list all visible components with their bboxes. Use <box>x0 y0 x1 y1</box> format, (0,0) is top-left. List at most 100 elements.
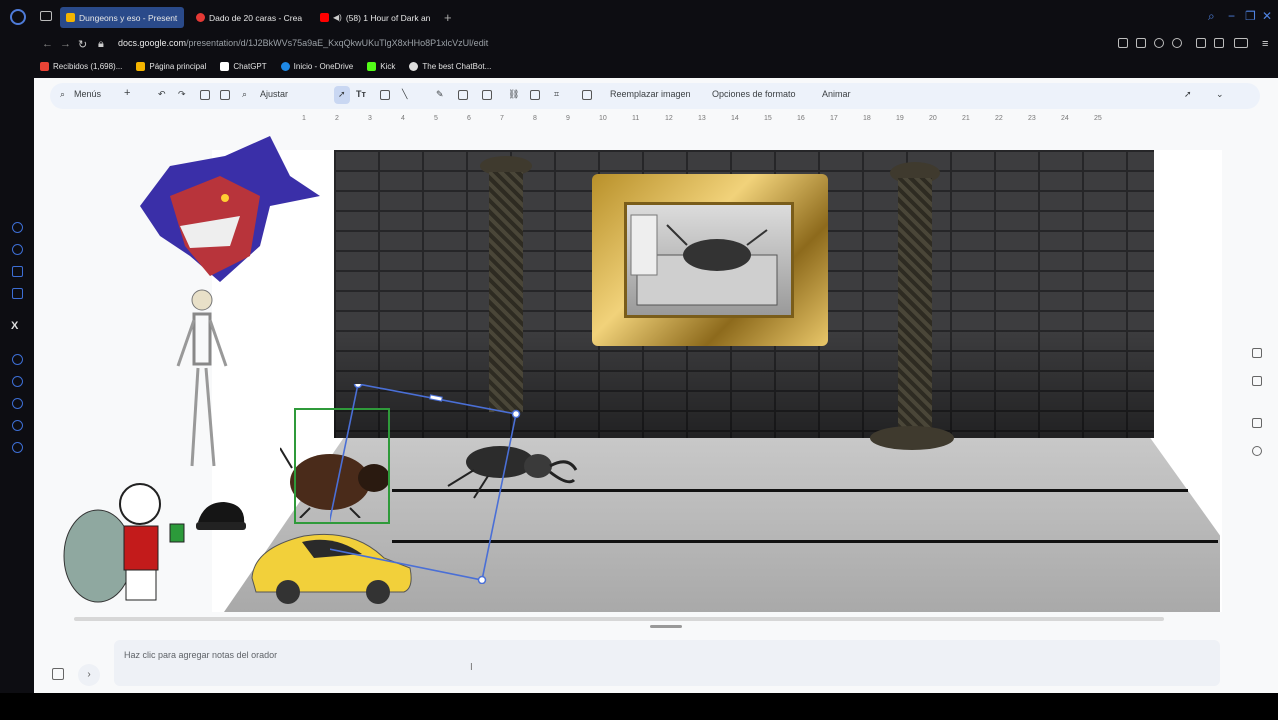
shield-icon[interactable] <box>1196 38 1206 48</box>
print-icon[interactable] <box>200 90 210 100</box>
ruler-tick-label: 7 <box>500 115 504 122</box>
minimize-icon[interactable]: − <box>1228 9 1235 23</box>
home-icon <box>136 61 146 71</box>
border-weight-icon[interactable] <box>458 90 468 100</box>
tab-label: Dado de 20 caras - Crea <box>209 12 303 23</box>
pen-tool-icon[interactable]: ➚ <box>1184 89 1192 100</box>
new-slide-icon[interactable]: + <box>124 87 130 99</box>
zoom-fit-dropdown[interactable]: Ajustar <box>260 89 288 99</box>
bookmark-label: Recibidos (1,698)... <box>53 61 123 71</box>
panel-slides-icon[interactable] <box>1252 348 1262 358</box>
ruler-tick-label: 21 <box>962 115 970 122</box>
reload-icon[interactable]: ↻ <box>78 38 87 51</box>
replace-image-icon[interactable] <box>582 90 592 100</box>
paint-format-icon[interactable] <box>220 90 230 100</box>
screenshot-icon[interactable] <box>1136 38 1146 48</box>
animate-button[interactable]: Animar <box>822 89 851 99</box>
url-path: /presentation/d/1J2BkWVs75a9aE_KxqQkwUKu… <box>186 38 489 48</box>
maximize-icon[interactable]: ❐ <box>1245 9 1256 23</box>
sidebar-player-icon[interactable] <box>12 354 23 365</box>
black-cap-image[interactable] <box>194 500 248 534</box>
tab-dado[interactable]: Dado de 20 caras - Crea <box>190 7 308 28</box>
browser-logo-icon[interactable] <box>10 9 26 25</box>
menu-icon[interactable]: ≡ <box>1262 38 1268 50</box>
tab-youtube[interactable]: ◀) (58) 1 Hour of Dark an <box>314 7 438 28</box>
expand-filmstrip-icon[interactable]: › <box>78 664 100 686</box>
tab-label: Dungeons y eso - Present <box>79 12 178 23</box>
left-pillar-image[interactable] <box>489 172 523 412</box>
download-icon[interactable] <box>1214 38 1224 48</box>
ruler-tick-label: 19 <box>896 115 904 122</box>
grid-view-icon[interactable] <box>52 668 64 680</box>
comment-icon[interactable] <box>530 90 540 100</box>
ruler-tick-label: 5 <box>434 115 438 122</box>
sidebar-x-icon[interactable]: X <box>11 320 18 332</box>
panel-circle-icon[interactable] <box>1252 446 1262 456</box>
line-icon[interactable]: ╲ <box>402 89 407 100</box>
horizontal-scrollbar[interactable] <box>74 617 1164 621</box>
slides-app: ⌕ Menús + ↶ ↷ ⌕ Ajustar ➚ Tт ╲ ✎ ⛓ ⌗ Ree… <box>34 78 1278 693</box>
undo-icon[interactable]: ↶ <box>158 89 166 100</box>
pen-icon[interactable]: ✎ <box>436 89 444 100</box>
slide-canvas[interactable] <box>34 128 1278 621</box>
gold-frame-painting[interactable] <box>592 174 828 346</box>
bookmark-chatgpt[interactable]: ChatGPT <box>220 61 267 71</box>
search-icon[interactable]: ⌕ <box>1208 9 1215 24</box>
onedrive-icon <box>280 61 290 71</box>
shape-icon[interactable] <box>380 90 390 100</box>
panel-folder-icon[interactable] <box>1252 376 1262 386</box>
back-icon[interactable]: ← <box>42 38 53 50</box>
slides-toolbar: ⌕ Menús + ↶ ↷ ⌕ Ajustar ➚ Tт ╲ ✎ ⛓ ⌗ Ree… <box>50 83 1260 109</box>
side-panel <box>1242 328 1272 468</box>
text-cursor-icon: I <box>470 662 473 673</box>
new-tab-icon[interactable]: + <box>444 10 452 25</box>
menus-search[interactable]: Menús <box>74 89 101 99</box>
bookmark-gmail[interactable]: Recibidos (1,698)... <box>40 61 123 71</box>
sidebar-extension-icon[interactable] <box>12 420 23 431</box>
zoom-icon[interactable]: ⌕ <box>242 89 247 100</box>
text-box-icon[interactable]: Tт <box>356 89 366 99</box>
bookmark-chatbot[interactable]: The best ChatBot... <box>409 61 491 71</box>
heart-icon[interactable] <box>1172 38 1182 48</box>
cartoon-dog-image[interactable] <box>60 476 192 604</box>
speaker-notes-placeholder[interactable]: Haz clic para agregar notas del orador <box>124 650 277 660</box>
skeleton-image[interactable] <box>172 286 232 476</box>
speaker-icon: ◀) <box>333 13 342 22</box>
close-icon[interactable]: ✕ <box>1262 9 1272 23</box>
bookmark-home[interactable]: Página principal <box>136 61 206 71</box>
border-dash-icon[interactable] <box>482 90 492 100</box>
bookmark-kick[interactable]: Kick <box>367 61 395 71</box>
collapse-toolbar-icon[interactable]: ⌄ <box>1216 89 1224 100</box>
redo-icon[interactable]: ↷ <box>178 89 186 100</box>
right-pillar-image[interactable] <box>898 178 932 434</box>
browser-window: Dungeons y eso - Present Dado de 20 cara… <box>0 0 1278 720</box>
link-icon[interactable]: ⛓ <box>508 89 519 100</box>
ruler-tick-label: 20 <box>929 115 937 122</box>
replace-image-button[interactable]: Reemplazar imagen <box>610 89 691 99</box>
sidebar-wallet-icon[interactable] <box>12 244 23 255</box>
crop-icon[interactable]: ⌗ <box>554 89 559 100</box>
dragon-head-image[interactable] <box>130 136 320 282</box>
workspaces-icon[interactable] <box>40 11 52 21</box>
format-options-button[interactable]: Opciones de formato <box>712 89 796 99</box>
notes-resize-handle[interactable] <box>650 625 682 628</box>
bookmark-onedrive[interactable]: Inicio - OneDrive <box>280 61 353 71</box>
sidebar-history-icon[interactable] <box>12 398 23 409</box>
panel-notes-icon[interactable] <box>1252 418 1262 428</box>
ai-icon[interactable] <box>1234 38 1248 48</box>
speaker-notes[interactable]: Haz clic para agregar notas del orador I <box>114 640 1220 686</box>
sidebar-messenger-icon[interactable] <box>12 266 23 277</box>
rotated-selection-box[interactable] <box>330 384 530 584</box>
ruler-tick-label: 12 <box>665 115 673 122</box>
sidebar-pin-icon[interactable] <box>12 376 23 387</box>
sidebar-translate-icon[interactable] <box>12 222 23 233</box>
play-icon[interactable] <box>1154 38 1164 48</box>
forward-icon[interactable]: → <box>60 38 71 50</box>
sidebar-settings-icon[interactable] <box>12 442 23 453</box>
url-field[interactable]: docs.google.com/presentation/d/1J2BkWVs7… <box>118 38 488 48</box>
bookmark-icon[interactable] <box>1118 38 1128 48</box>
search-menus-icon[interactable]: ⌕ <box>60 89 65 100</box>
sidebar-telegram-icon[interactable] <box>12 288 23 299</box>
tab-dungeons[interactable]: Dungeons y eso - Present <box>60 7 184 28</box>
horizontal-ruler: 1 2 3 4 5 6 7 8 9 10 11 12 13 14 15 16 17 18 19 20 21 22 23 24 2… <box>302 115 1222 127</box>
